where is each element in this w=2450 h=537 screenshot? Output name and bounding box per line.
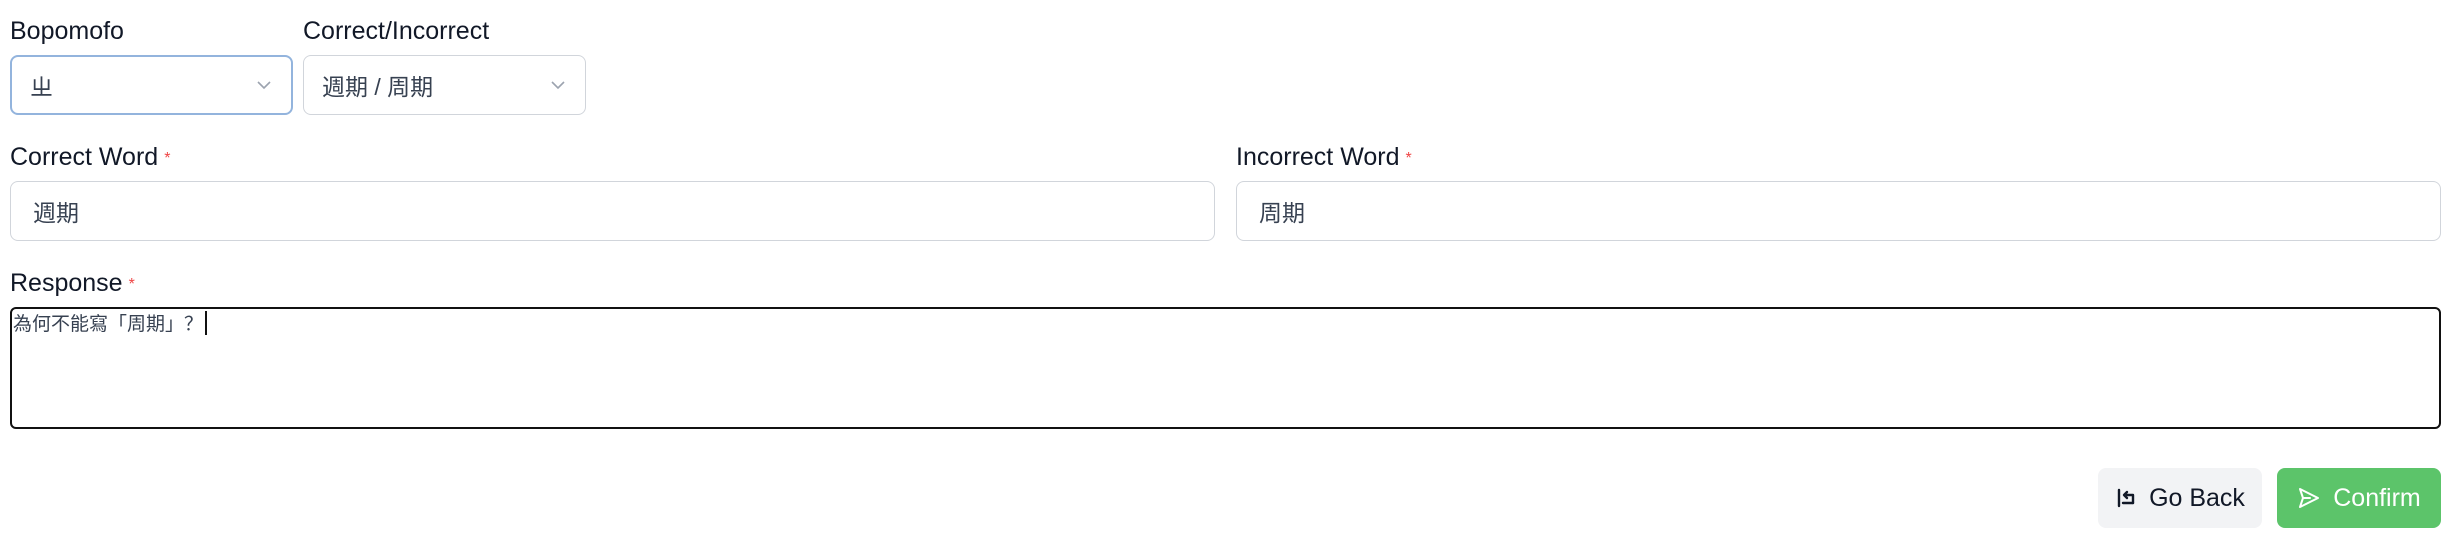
confirm-button[interactable]: Confirm bbox=[2277, 468, 2441, 528]
correct-word-label-text: Correct Word bbox=[10, 143, 159, 171]
go-back-label: Go Back bbox=[2149, 483, 2245, 512]
go-back-button[interactable]: Go Back bbox=[2098, 468, 2262, 528]
response-text: 為何不能寫「周期」？ bbox=[13, 313, 204, 335]
confirm-label: Confirm bbox=[2333, 483, 2421, 512]
response-textarea[interactable]: 為何不能寫「周期」？ bbox=[10, 307, 2441, 429]
bopomofo-select[interactable]: ㄓ bbox=[10, 55, 293, 115]
incorrect-word-input[interactable]: 周期 bbox=[1236, 181, 2441, 241]
form-root: Bopomofo ㄓ Correct/Incorrect 週期 / 周期 Cor… bbox=[0, 0, 2450, 537]
correct-word-label: Correct Word * bbox=[10, 142, 170, 172]
incorrect-word-label-text: Incorrect Word bbox=[1236, 143, 1400, 171]
correct-incorrect-label: Correct/Incorrect bbox=[303, 17, 490, 45]
required-marker: * bbox=[1405, 150, 1412, 167]
bopomofo-label: Bopomofo bbox=[10, 17, 124, 45]
required-marker: * bbox=[128, 276, 135, 293]
correct-word-input[interactable]: 週期 bbox=[10, 181, 1215, 241]
return-arrow-icon bbox=[2115, 487, 2137, 509]
response-label: Response * bbox=[10, 268, 135, 298]
send-icon bbox=[2297, 486, 2321, 510]
bopomofo-selected-value: ㄓ bbox=[30, 74, 53, 100]
incorrect-word-label: Incorrect Word * bbox=[1236, 142, 1412, 172]
correct-incorrect-select[interactable]: 週期 / 周期 bbox=[303, 55, 586, 115]
chevron-down-icon bbox=[549, 76, 567, 94]
text-caret bbox=[205, 311, 208, 335]
response-label-text: Response bbox=[10, 269, 123, 297]
incorrect-word-value: 周期 bbox=[1259, 200, 1305, 226]
chevron-down-icon bbox=[255, 76, 273, 94]
correct-incorrect-selected-value: 週期 / 周期 bbox=[322, 74, 434, 100]
correct-word-value: 週期 bbox=[33, 200, 79, 226]
required-marker: * bbox=[164, 150, 171, 167]
